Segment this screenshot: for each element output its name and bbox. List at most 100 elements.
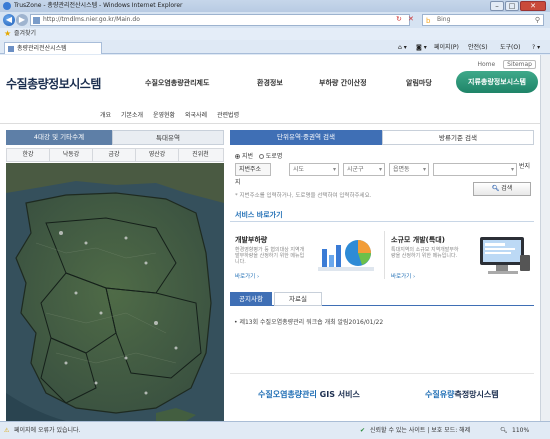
gis-link-rest: GIS 서비스 xyxy=(316,390,360,399)
search-field[interactable]: b Bing ⚲ xyxy=(422,14,544,26)
radio-road-label: 도로명 xyxy=(265,153,283,160)
gnb-item-environment[interactable]: 환경정보 xyxy=(257,78,283,88)
browser-window: TrusZone - 총량관리전산시스템 - Windows Internet … xyxy=(0,0,550,439)
divider xyxy=(230,221,534,222)
pie-chart-icon xyxy=(318,240,374,271)
river-selector: 한강 낙동강 금강 영산강 진위천 xyxy=(6,148,224,162)
river-han[interactable]: 한강 xyxy=(7,149,50,161)
subnav-overview[interactable]: 개요 xyxy=(100,110,111,119)
tab-unit-basin-search[interactable]: 단위유역·중권역 검색 xyxy=(230,130,382,145)
status-text[interactable]: 페이지에 오류가 있습니다. xyxy=(14,422,80,439)
page-scrollbar[interactable] xyxy=(540,55,550,421)
divider xyxy=(230,373,534,374)
search-button-label: 검색 xyxy=(501,185,513,192)
favorites-button[interactable]: 즐겨찾기 xyxy=(14,28,36,40)
river-yeongsan[interactable]: 영산강 xyxy=(136,149,179,161)
subnav-status[interactable]: 운영현황 xyxy=(153,110,175,119)
refresh-icon[interactable]: ↻ xyxy=(396,15,402,23)
flow-link-accent: 수질유량 xyxy=(425,390,455,399)
favorites-bar: ★ 즐겨찾기 xyxy=(0,28,550,40)
tab-notices[interactable]: 공지사항 xyxy=(230,292,272,306)
minimize-button[interactable]: – xyxy=(490,1,504,11)
stop-icon[interactable]: ✕ xyxy=(408,15,414,23)
tributary-system-button[interactable]: 지류총량정보시스템 xyxy=(456,71,538,93)
address-type-radios: 지번 도로명 xyxy=(235,151,282,160)
service-card-dev-load[interactable]: 개발부하량 환경영향평가 등 협의대상 지역개발부하량을 산정하기 위한 메뉴입… xyxy=(230,225,380,283)
services-title: 서비스 바로가기 xyxy=(235,211,283,219)
gnb-item-system[interactable]: 수질오염총량관리제도 xyxy=(145,78,209,88)
address-label: 지번주소 xyxy=(235,163,271,176)
select-sigungu[interactable]: 시군구 xyxy=(343,163,385,176)
service-link[interactable]: 바로가기 › xyxy=(235,272,259,280)
river-nakdong[interactable]: 낙동강 xyxy=(50,149,93,161)
gis-link-accent: 수질오염총량관리 xyxy=(258,390,317,399)
notice-item[interactable]: • 제13회 수질오염총량관리 워크숍 개최 알림2016/01/22 xyxy=(234,317,383,326)
select-eupmyeondong[interactable]: 읍면동 xyxy=(389,163,429,176)
radio-jibun-label: 지번 xyxy=(242,153,254,160)
river-geum[interactable]: 금강 xyxy=(93,149,136,161)
tab-page-icon xyxy=(8,46,14,52)
tab-label: 총량관리전산시스템 xyxy=(17,45,67,52)
service-desc: 환경영향평가 등 협의대상 지역개발부하량을 산정하기 위한 메뉴입니다. xyxy=(235,247,305,265)
site-logo[interactable]: 수질총량정보시스템 xyxy=(6,75,101,92)
close-button[interactable]: ✕ xyxy=(520,1,546,11)
subnav-intro[interactable]: 기본소개 xyxy=(121,110,143,119)
divider xyxy=(384,231,385,279)
home-link[interactable]: Home xyxy=(478,61,496,68)
monitor-icon xyxy=(480,237,530,274)
star-icon: ★ xyxy=(4,29,12,38)
search-button[interactable]: 🔍︎ 검색 xyxy=(473,182,531,196)
address-input-row: 지번주소 시도 시군구 읍면동 번지 xyxy=(235,163,534,177)
gnb-item-notice[interactable]: 알림마당 xyxy=(406,78,432,88)
tab-special-basin[interactable]: 특대유역 xyxy=(112,130,224,145)
maximize-button[interactable]: □ xyxy=(505,1,519,11)
back-button[interactable]: ◀ xyxy=(3,14,15,26)
utility-links: Home Sitemap xyxy=(472,60,536,69)
title-bar: TrusZone - 총량관리전산시스템 - Windows Internet … xyxy=(0,0,550,12)
url-field[interactable]: http://tmdlms.nier.go.kr/Main.do xyxy=(30,14,410,26)
service-title: 개발부하량 xyxy=(235,236,268,244)
zoom-icon[interactable]: 🔍︎ xyxy=(500,422,508,439)
service-card-small-dev[interactable]: 소규모 개발(특대) 특대지역의 소규모 지역개발부하량을 산정하기 위한 메뉴… xyxy=(386,225,536,283)
help-icon[interactable]: ? ▾ xyxy=(532,42,540,53)
tab-discharge-standard-search[interactable]: 방류기준 검색 xyxy=(382,130,534,145)
search-tabs: 단위유역·중권역 검색 방류기준 검색 xyxy=(230,130,534,145)
search-icon[interactable]: ⚲ xyxy=(535,15,540,25)
service-link[interactable]: 바로가기 › xyxy=(391,272,415,280)
home-icon[interactable]: ⌂ ▾ xyxy=(398,42,407,53)
river-jinwi[interactable]: 진위천 xyxy=(179,149,222,161)
flow-network-link[interactable]: 수질유량측정망시스템 xyxy=(425,389,499,400)
tab-library[interactable]: 자료실 xyxy=(274,292,322,306)
gis-service-link[interactable]: 수질오염총량관리 GIS 서비스 xyxy=(258,389,360,400)
address-bar-row: ◀ ▶ http://tmdlms.nier.go.kr/Main.do ↻ ✕… xyxy=(0,12,550,28)
korea-satellite-map[interactable] xyxy=(6,163,224,421)
bunji-input[interactable] xyxy=(433,163,517,176)
notice-tabs: 공지사항 자료실 xyxy=(230,292,534,306)
service-title: 소규모 개발(특대) xyxy=(391,236,445,244)
check-icon: ✔ xyxy=(360,427,366,434)
sub-navigation: 개요 기본소개 운영현황 외국사례 관련법령 xyxy=(100,110,247,119)
ie-icon xyxy=(3,2,11,10)
notice-item-text: 제13회 수질오염총량관리 워크숍 개최 알림2016/01/22 xyxy=(239,319,384,326)
subnav-law[interactable]: 관련법령 xyxy=(217,110,239,119)
forward-button[interactable]: ▶ xyxy=(16,14,28,26)
select-sido[interactable]: 시도 xyxy=(289,163,339,176)
page-icon xyxy=(33,17,40,24)
subnav-foreign[interactable]: 외국사례 xyxy=(185,110,207,119)
radio-road[interactable] xyxy=(258,154,264,159)
search-placeholder: Bing xyxy=(437,16,451,23)
tool-safety[interactable]: 안전(S) xyxy=(468,42,488,53)
zoom-level[interactable]: 110% xyxy=(512,422,529,439)
feeds-icon[interactable]: ◙ ▾ xyxy=(416,42,427,53)
gnb-item-load-calc[interactable]: 부하량 간이산정 xyxy=(319,78,367,88)
tool-tools[interactable]: 도구(O) xyxy=(500,42,520,53)
sitemap-link[interactable]: Sitemap xyxy=(503,60,536,69)
tool-page[interactable]: 페이지(P) xyxy=(434,42,459,53)
browser-tab[interactable]: 총량관리전산시스템 xyxy=(4,42,102,54)
tab-four-rivers[interactable]: 4대강 및 기타수계 xyxy=(6,130,112,145)
radio-jibun[interactable] xyxy=(235,154,240,159)
window-title: TrusZone - 총량관리전산시스템 - Windows Internet … xyxy=(14,2,183,9)
status-bar: ⚠ 페이지에 오류가 있습니다. ✔ 신뢰할 수 있는 사이트 | 보호 모드:… xyxy=(0,421,550,439)
security-zone: 신뢰할 수 있는 사이트 | 보호 모드: 해제 xyxy=(370,427,471,434)
jibun-suffix: 지 xyxy=(235,179,241,186)
